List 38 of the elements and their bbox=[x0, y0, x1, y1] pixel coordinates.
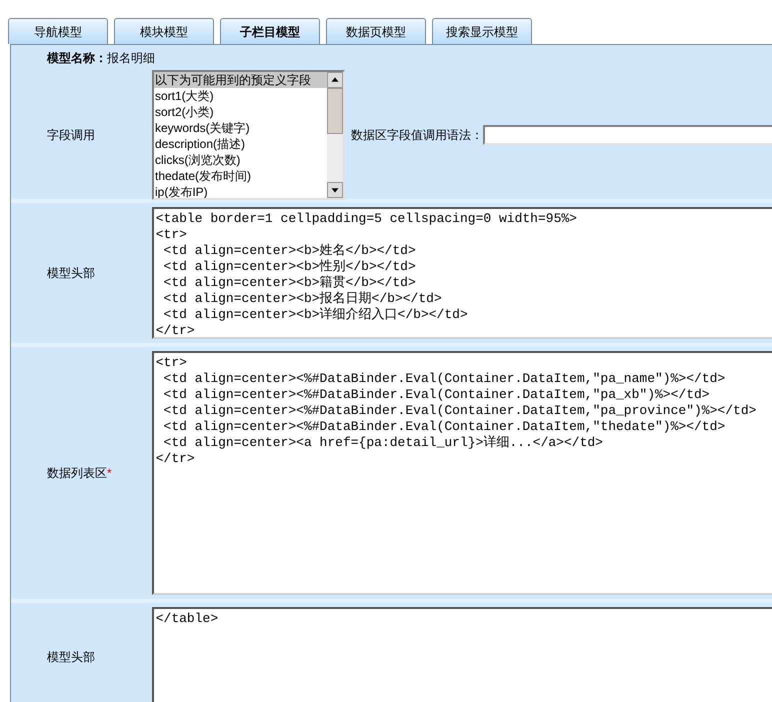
code-line: <table border=1 cellpadding=5 cellspacing=0 width=95%> bbox=[156, 211, 577, 227]
section-label: 数据列表区* bbox=[46, 465, 113, 482]
code-textarea[interactable] bbox=[152, 351, 772, 595]
code-line: <td align=center><%#DataBinder.Eval(Container.DataItem,"thedate")%></td> bbox=[162, 419, 726, 435]
section-label: 模型头部 bbox=[46, 649, 96, 666]
list-option[interactable]: 以下为可能用到的预定义字段 bbox=[154, 72, 327, 88]
code-line: </tr> bbox=[156, 323, 195, 339]
code-line: <td align=center><b>详细介绍入口</b></td> bbox=[162, 307, 468, 323]
tab[interactable]: 导航模型 bbox=[8, 18, 108, 44]
field-label: 字段调用 bbox=[46, 127, 96, 144]
code-line: <td align=center><%#DataBinder.Eval(Container.DataItem,"pa_name")%></td> bbox=[162, 371, 726, 387]
code-textarea[interactable] bbox=[152, 207, 772, 339]
model-name-label: 模型名称： bbox=[47, 50, 107, 67]
scroll-up-icon[interactable] bbox=[327, 72, 343, 88]
code-line: <tr> bbox=[156, 355, 187, 371]
code-line: <td align=center><%#DataBinder.Eval(Container.DataItem,"pa_xb")%></td> bbox=[162, 387, 710, 403]
scroll-down-icon[interactable] bbox=[327, 182, 343, 198]
code-line: <td align=center><a href={pa:detail_url}>详细...</a></td> bbox=[162, 435, 603, 451]
tab[interactable]: 模块模型 bbox=[114, 18, 214, 44]
tab[interactable]: 数据页模型 bbox=[326, 18, 426, 44]
scrollbar[interactable] bbox=[327, 72, 343, 198]
tab[interactable]: 搜索显示模型 bbox=[432, 18, 532, 44]
code-line: <td align=center><b>报名日期</b></td> bbox=[162, 291, 442, 307]
code-line: </tr> bbox=[156, 451, 195, 467]
syntax-input[interactable] bbox=[483, 125, 772, 145]
code-line: <td align=center><b>籍贯</b></td> bbox=[162, 275, 416, 291]
syntax-label: 数据区字段值调用语法： bbox=[351, 127, 483, 144]
scroll-thumb[interactable] bbox=[327, 88, 343, 134]
section-label: 模型头部 bbox=[46, 265, 96, 282]
code-line: <td align=center><b>性别</b></td> bbox=[162, 259, 416, 275]
code-line: </table> bbox=[156, 611, 218, 627]
code-textarea[interactable]: </table> bbox=[152, 607, 772, 702]
model-name-value: 报名明细 bbox=[107, 50, 155, 67]
code-line: <td align=center><b>姓名</b></td> bbox=[162, 243, 416, 259]
code-line: <td align=center><%#DataBinder.Eval(Container.DataItem,"pa_province")%></td> bbox=[162, 403, 756, 419]
required-mark: * bbox=[107, 466, 112, 480]
code-line: <tr> bbox=[156, 227, 187, 243]
tab[interactable]: 子栏目模型 bbox=[220, 18, 320, 44]
